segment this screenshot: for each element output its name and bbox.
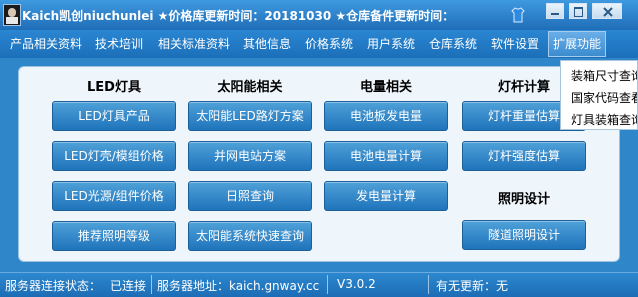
menu-item-standards[interactable]: 相关标准资料 (154, 30, 234, 58)
title-bar[interactable]: Kaich凯创niuchunlei ★价格库更新时间：20181030 ★仓库备… (0, 0, 638, 30)
recommended-lighting-level-button[interactable]: 推荐照明等级 (52, 221, 176, 251)
solar-led-streetlight-button[interactable]: 太阳能LED路灯方案 (188, 101, 312, 131)
server-address: 服务器地址：kaich.gnway.cc (157, 279, 320, 293)
menu-item-price-system[interactable]: 价格系统 (302, 30, 356, 58)
minimize-button[interactable] (546, 3, 564, 19)
connection-status-value: 已连接 (110, 279, 147, 293)
dropdown-item-lamp-packing[interactable]: 灯具装箱查询 (571, 111, 637, 128)
dropdown-item-box-size[interactable]: 装箱尺寸查询 (571, 67, 637, 84)
app-avatar-icon (3, 4, 21, 26)
menu-item-product-docs[interactable]: 产品相关资料 (6, 30, 86, 58)
pole-strength-button[interactable]: 灯杆强度估算 (462, 141, 586, 171)
window-title: Kaich凯创niuchunlei ★价格库更新时间：20181030 ★仓库备… (22, 9, 455, 23)
status-bar: 服务器连接状态： 已连接 服务器地址：kaich.gnway.cc V3.0.2… (0, 272, 638, 297)
maximize-button[interactable] (569, 3, 587, 19)
connection-status-label: 服务器连接状态： (5, 279, 102, 293)
menu-item-training[interactable]: 技术培训 (92, 30, 146, 58)
tshirt-skin-icon[interactable] (511, 7, 525, 23)
menu-bar: 产品相关资料 技术培训 相关标准资料 其他信息 价格系统 用户系统 仓库系统 软… (0, 30, 638, 58)
led-source-component-price-button[interactable]: LED光源/组件价格 (52, 181, 176, 211)
close-button[interactable] (592, 3, 622, 19)
status-divider (327, 275, 328, 294)
close-icon (603, 7, 613, 17)
heading-led: LED灯具 (87, 80, 141, 95)
generation-calc-button[interactable]: 发电量计算 (324, 181, 448, 211)
led-shell-module-price-button[interactable]: LED灯壳/模组价格 (52, 141, 176, 171)
menu-item-warehouse[interactable]: 仓库系统 (426, 30, 480, 58)
heading-lighting-design: 照明设计 (497, 192, 550, 207)
maximize-icon (574, 7, 583, 17)
feature-panel: LED灯具 太阳能相关 电量相关 灯杆计算 LED灯具产品 LED灯壳/模组价格… (18, 66, 620, 262)
menu-item-user-system[interactable]: 用户系统 (364, 30, 418, 58)
menu-item-other-info[interactable]: 其他信息 (240, 30, 294, 58)
menu-item-settings[interactable]: 软件设置 (488, 30, 542, 58)
status-divider (428, 275, 429, 294)
version-label: V3.0.2 (337, 277, 376, 291)
solar-system-quick-query-button[interactable]: 太阳能系统快速查询 (188, 221, 312, 251)
grid-station-plan-button[interactable]: 并网电站方案 (188, 141, 312, 171)
heading-solar: 太阳能相关 (217, 80, 283, 95)
dropdown-item-country-code[interactable]: 国家代码查看 (571, 89, 637, 106)
menu-item-extensions[interactable]: 扩展功能 (548, 31, 606, 57)
extensions-dropdown-menu: 装箱尺寸查询 国家代码查看 灯具装箱查询 (560, 60, 638, 130)
heading-power: 电量相关 (359, 80, 412, 95)
update-status: 有无更新：无 (436, 279, 509, 293)
panel-generation-button[interactable]: 电池板发电量 (324, 101, 448, 131)
led-products-button[interactable]: LED灯具产品 (52, 101, 176, 131)
sunshine-query-button[interactable]: 日照查询 (188, 181, 312, 211)
minimize-icon (551, 13, 559, 15)
battery-capacity-button[interactable]: 电池电量计算 (324, 141, 448, 171)
tunnel-lighting-design-button[interactable]: 隧道照明设计 (462, 220, 586, 250)
status-divider (151, 275, 152, 294)
